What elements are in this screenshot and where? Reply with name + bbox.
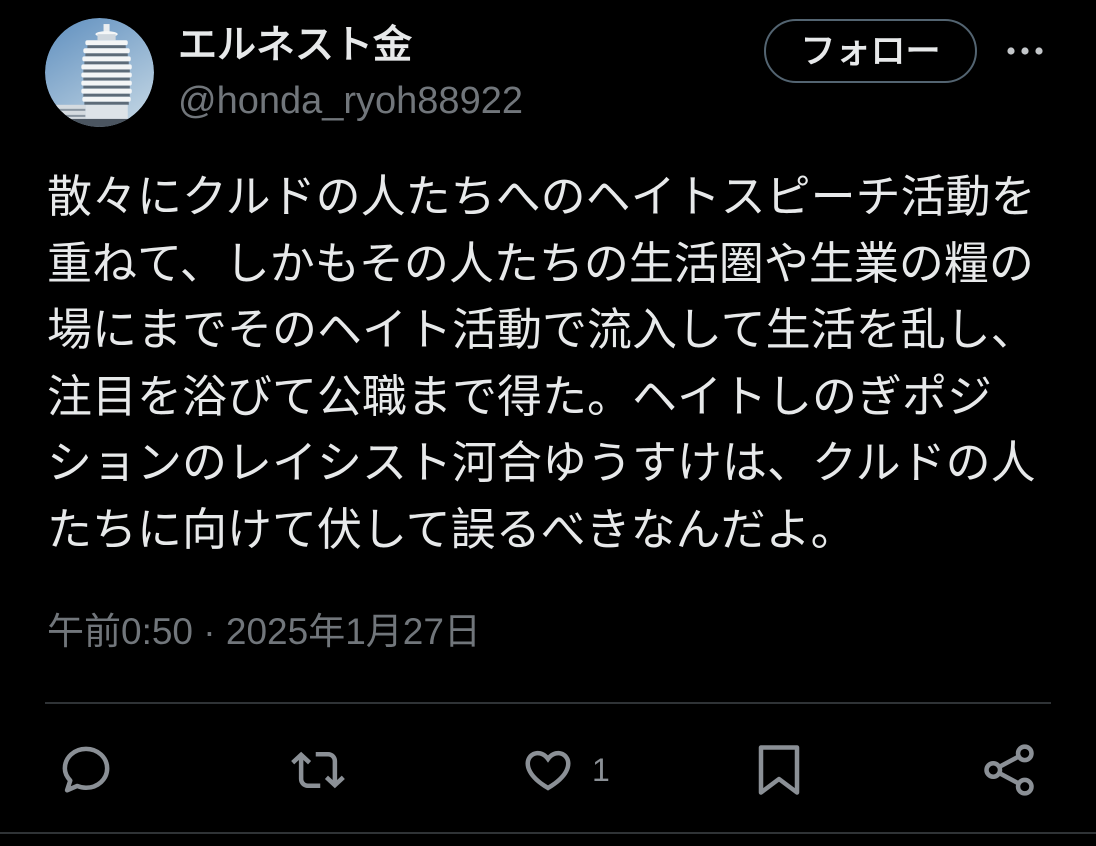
share-icon — [984, 744, 1034, 796]
follow-button[interactable]: フォロー — [764, 19, 977, 83]
author-display-name[interactable]: エルネスト金 — [178, 22, 412, 70]
repost-button[interactable] — [291, 743, 345, 797]
post-text-line: 注目を浴びて公職まで得た。ヘイトしのぎポジ — [47, 370, 993, 422]
avatar[interactable] — [45, 18, 154, 127]
bookmark-button[interactable] — [752, 743, 806, 797]
like-button[interactable]: 1 — [521, 743, 610, 797]
post: エルネスト金 @honda_ryoh88922 フォロー 散々にクルドの人たちへ… — [0, 0, 1096, 846]
post-text-line: 重ねて、しかもその人たちの生活圏や生業の糧の — [47, 237, 1034, 289]
bookmark-icon — [758, 745, 800, 795]
post-text-line: 場にまでそのヘイト活動で流入して生活を乱し、 — [47, 304, 1036, 355]
post-text-line: 散々にクルドの人たちへのヘイトスピーチ活動を — [47, 171, 1036, 222]
post-timestamp: 午前0:50 · 2025年1月27日 — [47, 611, 481, 652]
share-button[interactable] — [982, 743, 1036, 797]
post-text-line: ションのレイシスト河合ゆうすけは、クルドの人 — [47, 437, 1036, 488]
like-count: 1 — [592, 752, 610, 788]
bottom-divider — [0, 832, 1096, 834]
actions-divider — [45, 702, 1051, 704]
repost-icon — [291, 751, 345, 789]
heart-icon — [525, 750, 571, 791]
more-icon — [1007, 47, 1043, 55]
more-options-button[interactable] — [1002, 36, 1048, 66]
author-handle[interactable]: @honda_ryoh88922 — [178, 78, 523, 124]
avatar-image — [45, 18, 154, 127]
reply-icon — [62, 746, 110, 793]
post-text: 散々にクルドの人たちへのヘイトスピーチ活動を 重ねて、しかもその人たちの生活圏や… — [47, 164, 1057, 563]
reply-button[interactable] — [59, 743, 113, 797]
post-text-line: たちに向けて伏して誤るべきなんだよ。 — [47, 503, 856, 555]
